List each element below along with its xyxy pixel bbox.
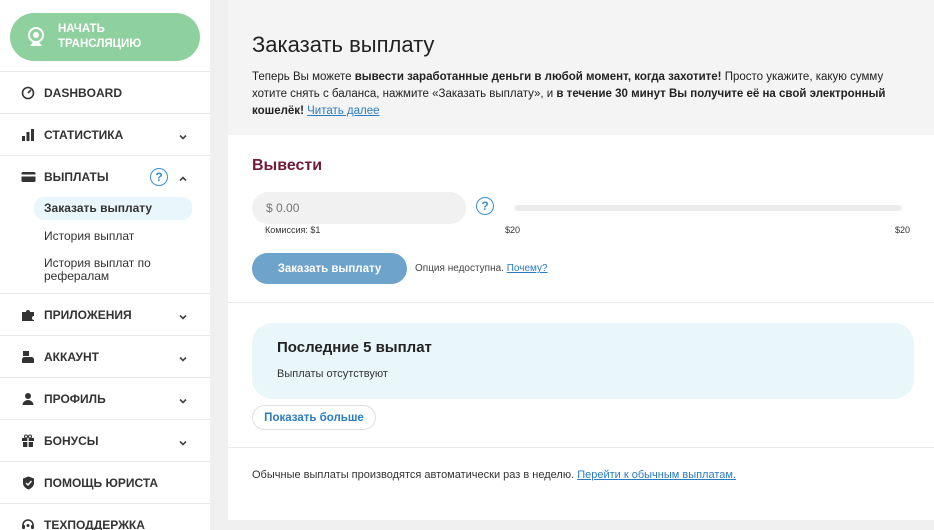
user-icon: [20, 391, 36, 407]
slider-min-label: $20: [505, 225, 521, 235]
sidebar-item-label: ПРОФИЛЬ: [44, 391, 106, 406]
sidebar-item-account[interactable]: АККАУНТ: [0, 335, 210, 377]
chevron-up-icon: [178, 171, 188, 182]
subnav-referral-payout-history[interactable]: История выплат по рефералам: [34, 253, 184, 287]
slider-max-label: $20: [895, 225, 911, 235]
payouts-submenu: Заказать выплату История выплат История …: [0, 197, 210, 293]
footer-note: Обычные выплаты производятся автоматичес…: [252, 469, 737, 481]
sidebar-nav: DASHBOARD СТАТИСТИКА ВЫПЛАТЫ ? Заказать …: [0, 71, 210, 530]
gauge-icon: [20, 85, 36, 101]
start-stream-label: НАЧАТЬ ТРАНСЛЯЦИЮ: [58, 23, 142, 50]
sidebar-item-profile[interactable]: ПРОФИЛЬ: [0, 377, 210, 419]
chevron-down-icon: [178, 309, 188, 320]
start-stream-button[interactable]: НАЧАТЬ ТРАНСЛЯЦИЮ: [10, 13, 200, 61]
gift-icon: [20, 433, 36, 449]
regular-payouts-link[interactable]: Перейти к обычным выплатам.: [577, 469, 736, 481]
divider: [228, 447, 934, 448]
sidebar-item-label: ВЫПЛАТЫ: [44, 169, 109, 184]
recent-payouts-title: Последние 5 выплат: [277, 339, 432, 356]
why-link[interactable]: Почему?: [507, 263, 548, 274]
bar-chart-icon: [20, 127, 36, 143]
sidebar-item-legal-help[interactable]: ПОМОЩЬ ЮРИСТА: [0, 461, 210, 503]
help-icon[interactable]: ?: [476, 197, 494, 215]
read-more-link[interactable]: Читать далее: [307, 105, 379, 117]
divider: [228, 302, 934, 303]
shield-icon: [20, 475, 36, 491]
puzzle-icon: [20, 307, 36, 323]
sidebar-item-label: ТЕХПОДДЕРЖКА: [44, 517, 145, 530]
chevron-down-icon: [178, 351, 188, 362]
sidebar-item-statistics[interactable]: СТАТИСТИКА: [0, 113, 210, 155]
chevron-down-icon: [178, 435, 188, 446]
show-more-button[interactable]: Показать больше: [252, 405, 376, 430]
commission-label: Комиссия: $1: [265, 225, 321, 235]
sidebar: НАЧАТЬ ТРАНСЛЯЦИЮ DASHBOARD СТАТИСТИКА В…: [0, 0, 210, 530]
subnav-order-payout[interactable]: Заказать выплату: [34, 197, 192, 220]
webcam-icon: [24, 25, 48, 49]
headset-icon: [20, 517, 36, 530]
sidebar-item-bonuses[interactable]: БОНУСЫ: [0, 419, 210, 461]
chevron-down-icon: [178, 129, 188, 140]
sidebar-item-dashboard[interactable]: DASHBOARD: [0, 71, 210, 113]
sidebar-item-label: ПОМОЩЬ ЮРИСТА: [44, 475, 159, 490]
amount-input[interactable]: [252, 192, 466, 224]
recent-payouts-empty: Выплаты отсутствуют: [277, 368, 388, 380]
page-header: Заказать выплату Теперь Вы можете вывест…: [228, 0, 934, 135]
sidebar-item-label: АККАУНТ: [44, 349, 99, 364]
subnav-payout-history[interactable]: История выплат: [34, 226, 210, 247]
sidebar-item-label: СТАТИСТИКА: [44, 127, 124, 142]
help-icon[interactable]: ?: [150, 168, 168, 186]
amount-slider[interactable]: [514, 205, 902, 211]
user-tie-icon: [20, 349, 36, 365]
sidebar-item-label: DASHBOARD: [44, 85, 122, 100]
unavailable-note: Опция недоступна. Почему?: [415, 263, 548, 274]
chevron-down-icon: [178, 393, 188, 404]
page-title: Заказать выплату: [252, 32, 435, 57]
sidebar-item-apps[interactable]: ПРИЛОЖЕНИЯ: [0, 293, 210, 335]
sidebar-item-label: ПРИЛОЖЕНИЯ: [44, 307, 132, 322]
order-payout-button[interactable]: Заказать выплату: [252, 253, 407, 284]
main-content: Заказать выплату Теперь Вы можете вывест…: [228, 0, 934, 530]
sidebar-item-support[interactable]: ТЕХПОДДЕРЖКА: [0, 503, 210, 530]
sidebar-item-payouts[interactable]: ВЫПЛАТЫ ?: [0, 155, 210, 197]
recent-payouts-panel: Последние 5 выплат Выплаты отсутствуют: [252, 323, 914, 399]
sidebar-item-label: БОНУСЫ: [44, 433, 99, 448]
payout-card: Вывести ? Комиссия: $1 $20 $20 Заказать …: [228, 135, 934, 520]
intro-text: Теперь Вы можете вывести заработанные де…: [252, 71, 886, 117]
withdraw-title: Вывести: [252, 157, 323, 174]
credit-card-icon: [20, 169, 36, 185]
